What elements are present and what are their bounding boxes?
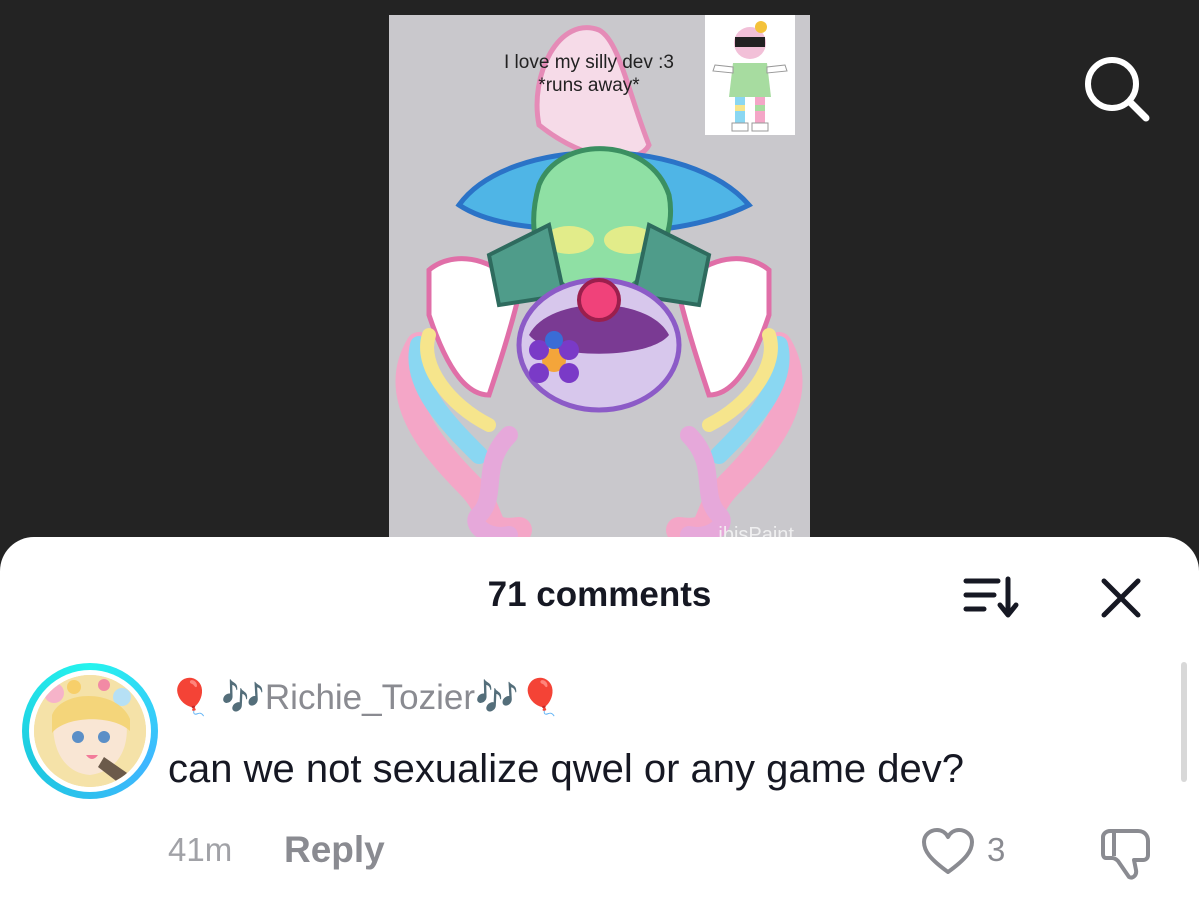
sort-button[interactable]	[960, 573, 1020, 621]
search-icon	[1085, 57, 1150, 122]
scrollbar[interactable]	[1181, 662, 1187, 782]
reference-thumbnail	[705, 15, 795, 135]
caption-line-1: I love my silly dev :3	[504, 52, 674, 73]
caption-line-2: *runs away*	[538, 75, 640, 96]
close-button[interactable]	[1098, 575, 1144, 621]
like-button[interactable]	[920, 827, 976, 877]
avatar[interactable]	[22, 663, 158, 799]
username-suffix: 🎶🎈	[474, 678, 563, 717]
heart-icon	[922, 828, 974, 874]
sort-icon	[963, 576, 1019, 618]
comment-username[interactable]: 🎈 🎶 Richie_Tozier 🎶🎈	[168, 677, 562, 718]
comments-sheet: 71 comments 🎈 🎶 Richie_Tozier 🎶🎈 can we …	[0, 537, 1199, 908]
post-caption: I love my silly dev :3 *runs away*	[459, 51, 719, 97]
avatar-image	[34, 675, 146, 787]
comment-text: can we not sexualize qwel or any game de…	[168, 747, 965, 791]
reference-character-icon	[712, 21, 788, 132]
username-prefix: 🎈 🎶	[168, 678, 265, 717]
reply-button[interactable]: Reply	[284, 829, 385, 871]
comment-timestamp: 41m	[168, 831, 233, 868]
search-button[interactable]	[1080, 52, 1152, 124]
post-image[interactable]: I love my silly dev :3 *runs away* ibisP…	[389, 15, 810, 545]
dislike-button[interactable]	[1098, 825, 1154, 881]
like-count: 3	[987, 831, 1006, 868]
close-icon	[1101, 578, 1141, 618]
post-media-area: I love my silly dev :3 *runs away* ibisP…	[0, 0, 1199, 560]
username-text: Richie_Tozier	[264, 677, 475, 717]
thumbs-down-icon	[1101, 829, 1150, 880]
